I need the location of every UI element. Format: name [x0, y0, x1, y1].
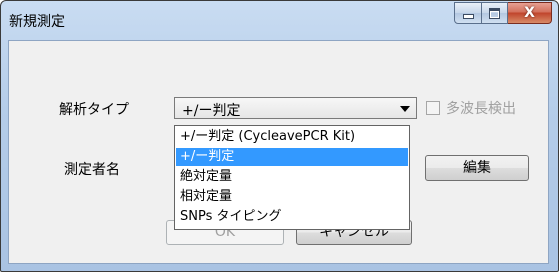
multi-wavelength-checkbox[interactable] — [426, 101, 440, 115]
window-title: 新規測定 — [9, 14, 65, 30]
dropdown-option[interactable]: 相対定量 — [176, 188, 408, 206]
dropdown-option-highlighted[interactable]: +/ー判定 — [176, 148, 408, 166]
maximize-button[interactable] — [482, 2, 508, 24]
analysis-type-dropdown-list: +/ー判定 (CycleavePCR Kit) +/ー判定 絶対定量 相対定量 … — [174, 125, 410, 230]
close-icon: X — [524, 5, 535, 21]
caption-buttons: X — [454, 2, 552, 24]
dropdown-option[interactable]: SNPs タイピング — [176, 208, 408, 226]
title-bar[interactable]: 新規測定 X — [1, 1, 558, 41]
minimize-icon — [462, 14, 474, 19]
maximize-icon — [489, 7, 500, 19]
analysis-type-selected-value: +/ー判定 — [182, 103, 241, 119]
dropdown-option[interactable]: 絶対定量 — [176, 168, 408, 186]
measurer-name-label: 測定者名 — [64, 162, 120, 178]
close-button[interactable]: X — [508, 2, 552, 24]
analysis-type-label: 解析タイプ — [59, 102, 129, 118]
chevron-down-icon[interactable] — [400, 106, 410, 112]
edit-button[interactable]: 編集 — [425, 155, 529, 181]
edit-button-label: 編集 — [463, 160, 491, 176]
multi-wavelength-label: 多波長検出 — [446, 101, 516, 117]
minimize-button[interactable] — [454, 2, 482, 24]
analysis-type-combobox[interactable]: +/ー判定 — [174, 97, 417, 119]
dropdown-option[interactable]: +/ー判定 (CycleavePCR Kit) — [176, 128, 408, 146]
